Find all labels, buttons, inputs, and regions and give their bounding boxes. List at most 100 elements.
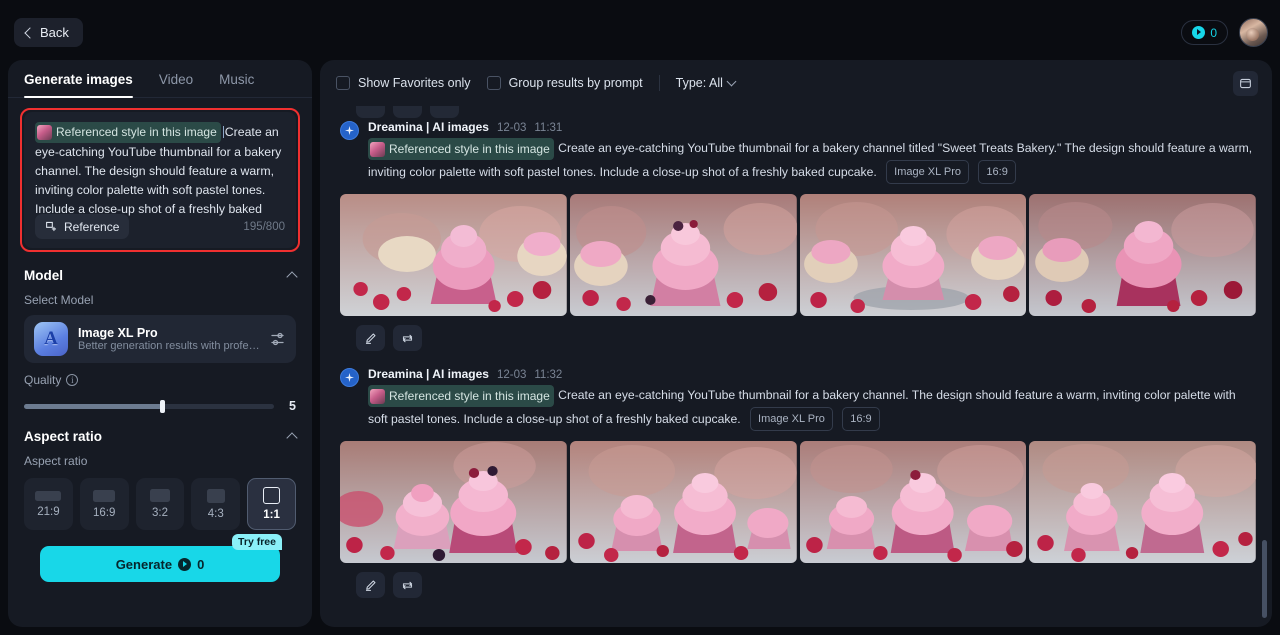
aspect-ratio-16-9-label: 16:9: [93, 506, 116, 519]
result-meta: Dreamina | AI images 12-03 11:32: [368, 367, 1256, 381]
result-thumbnail[interactable]: [340, 194, 567, 316]
aspect-ratio-1-1-label: 1:1: [263, 509, 280, 521]
reference-button-label: Reference: [64, 219, 120, 234]
credit-coin-icon: [178, 557, 192, 571]
panel-layout-icon: [1240, 78, 1251, 89]
prompt-highlight-outline: Referenced style in this image Create an…: [20, 108, 300, 252]
back-button[interactable]: Back: [14, 18, 83, 47]
sliders-icon[interactable]: [270, 331, 286, 347]
result-thumbnail[interactable]: [1029, 441, 1256, 563]
result-prompt: Referenced style in this image Create an…: [368, 385, 1256, 431]
group-by-prompt-checkbox[interactable]: Group results by prompt: [486, 76, 643, 90]
quality-value: 5: [289, 399, 296, 413]
aspect-section-header[interactable]: Aspect ratio: [24, 429, 298, 444]
result-thumbnail[interactable]: [569, 441, 797, 563]
quality-label: Quality: [24, 373, 62, 387]
reference-style-chip[interactable]: Referenced style in this image: [368, 138, 554, 160]
result-thumbnail[interactable]: [569, 194, 797, 316]
aspect-ratio-3-2[interactable]: 3:2: [135, 478, 185, 530]
result-thumbnail[interactable]: [1029, 194, 1256, 316]
result-group: Dreamina | AI images 12-03 11:32 Referen…: [320, 367, 1272, 598]
aspect-ratio-21-9[interactable]: 21:9: [24, 478, 73, 530]
prompt-input[interactable]: Referenced style in this image Create an…: [24, 112, 296, 248]
model-section-header[interactable]: Model: [24, 268, 298, 283]
right-panel: Show Favorites only Group results by pro…: [320, 60, 1272, 627]
avatar[interactable]: [1239, 18, 1268, 47]
thumbnail-row: [340, 194, 1256, 316]
result-group-header: Dreamina | AI images 12-03 11:31 Referen…: [340, 120, 1256, 184]
regenerate-button[interactable]: [393, 572, 422, 598]
panel-layout-toggle[interactable]: [1233, 71, 1258, 96]
reference-style-chip[interactable]: Referenced style in this image: [35, 122, 221, 143]
generate-wrapper: Generate 0 Try free: [40, 534, 282, 582]
reference-style-chip-label: Referenced style in this image: [389, 142, 550, 156]
show-favorites-checkbox[interactable]: Show Favorites only: [336, 76, 471, 90]
filter-bar: Show Favorites only Group results by pro…: [320, 60, 1272, 106]
result-thumbnail[interactable]: [799, 441, 1027, 563]
generate-cost: 0: [197, 556, 205, 572]
aspect-ratio-4-3-label: 4:3: [207, 507, 224, 520]
try-free-badge[interactable]: Try free: [232, 534, 282, 550]
ratio-glyph: [35, 490, 62, 501]
regenerate-button[interactable]: [393, 325, 422, 351]
brand-name: Dreamina | AI images: [368, 367, 489, 381]
result-thumbnail[interactable]: [340, 441, 567, 563]
sparkle-icon: [345, 126, 354, 135]
type-filter-label: Type: All: [675, 76, 723, 90]
aspect-ratio-1-1[interactable]: 1:1: [247, 478, 296, 530]
reference-thumbnail-icon: [370, 388, 385, 404]
result-time: 11:31: [534, 122, 563, 134]
type-filter-dropdown[interactable]: Type: All: [675, 76, 737, 90]
model-card[interactable]: A Image XL Pro Better generation results…: [24, 315, 296, 363]
pencil-icon: [365, 580, 376, 591]
chevron-up-icon[interactable]: [286, 271, 298, 283]
tab-generate-images-label: Generate images: [24, 72, 133, 87]
result-time: 11:32: [534, 369, 563, 381]
model-text: Image XL Pro Better generation results w…: [78, 326, 260, 352]
left-panel: Generate images Video Music Referenced s…: [8, 60, 312, 627]
chevron-left-icon: [24, 26, 36, 39]
results-scrollbar[interactable]: [1262, 540, 1267, 618]
generate-button[interactable]: Generate 0: [40, 546, 280, 582]
thumbnail-row: [340, 441, 1256, 563]
result-group-header: Dreamina | AI images 12-03 11:32 Referen…: [340, 367, 1256, 431]
result-actions: [356, 325, 1256, 351]
ghost-action-button[interactable]: [430, 106, 459, 118]
checkbox-icon[interactable]: [336, 76, 350, 90]
model-section: Model Select Model A Image XL Pro Better…: [8, 268, 312, 582]
ghost-action-button[interactable]: [356, 106, 385, 118]
tab-music[interactable]: Music: [219, 72, 254, 97]
pencil-icon: [365, 333, 376, 344]
aspect-ratio-21-9-label: 21:9: [37, 505, 60, 518]
quality-slider[interactable]: [24, 399, 274, 413]
ratio-glyph: [149, 489, 170, 502]
reference-style-chip[interactable]: Referenced style in this image: [368, 385, 554, 407]
results-list[interactable]: Dreamina | AI images 12-03 11:31 Referen…: [320, 106, 1272, 627]
edit-button[interactable]: [356, 572, 385, 598]
chevron-down-icon: [726, 76, 737, 87]
result-prompt: Referenced style in this image Create an…: [368, 138, 1256, 184]
reference-button[interactable]: Reference: [35, 214, 130, 239]
chevron-up-icon[interactable]: [286, 432, 298, 444]
generate-button-label: Generate: [115, 556, 173, 572]
aspect-ratio-4-3[interactable]: 4:3: [191, 478, 241, 530]
credits-badge[interactable]: 0: [1181, 20, 1228, 45]
aspect-ratio-options: 21:9 16:9 3:2 4:3 1:1: [24, 478, 296, 530]
edit-button[interactable]: [356, 325, 385, 351]
ghost-action-button[interactable]: [393, 106, 422, 118]
back-button-label: Back: [40, 25, 69, 40]
aspect-ratio-16-9[interactable]: 16:9: [79, 478, 129, 530]
info-icon[interactable]: i: [66, 374, 79, 386]
tab-video[interactable]: Video: [159, 72, 193, 97]
checkbox-icon[interactable]: [486, 76, 501, 90]
result-thumbnail[interactable]: [799, 194, 1027, 316]
char-counter: 195/800: [243, 220, 285, 233]
tab-generate-images[interactable]: Generate images: [24, 72, 133, 98]
quality-slider-knob[interactable]: [159, 399, 165, 413]
show-favorites-label: Show Favorites only: [358, 76, 471, 90]
divider: [658, 75, 660, 91]
ratio-glyph: [93, 489, 116, 502]
sparkle-icon: [345, 373, 354, 382]
prompt-text: Referenced style in this image Create an…: [35, 122, 285, 219]
model-name: Image XL Pro: [78, 326, 158, 340]
